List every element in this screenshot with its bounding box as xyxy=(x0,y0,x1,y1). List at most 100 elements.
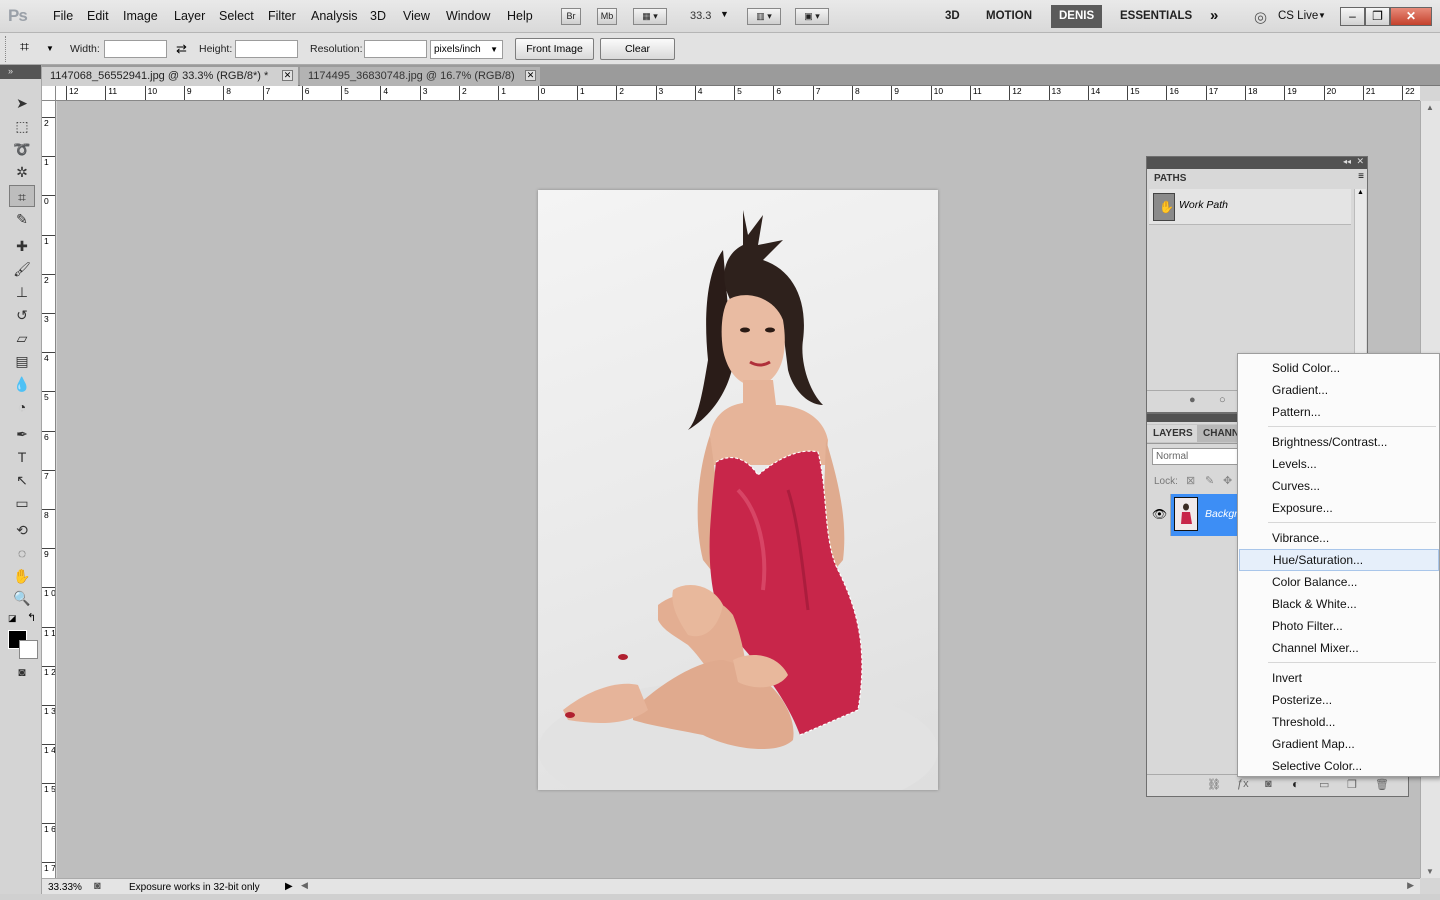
history-brush-tool-icon[interactable]: ↺ xyxy=(9,304,35,326)
ruler-origin[interactable] xyxy=(42,86,56,101)
bridge-button[interactable]: Br xyxy=(561,8,581,25)
marquee-tool-icon[interactable]: ⬚ xyxy=(9,115,35,137)
adjustment-layer-icon[interactable]: ◐ xyxy=(1292,777,1299,791)
scroll-up-icon[interactable]: ▲ xyxy=(1426,103,1434,112)
swap-colors-icon[interactable]: ↰ xyxy=(27,611,36,624)
quick-selection-tool-icon[interactable]: ✲ xyxy=(9,161,35,183)
workspace-essentials[interactable]: ESSENTIALS xyxy=(1112,5,1200,28)
scroll-left-icon[interactable]: ◀ xyxy=(301,880,308,891)
workspace-motion[interactable]: MOTION xyxy=(978,5,1040,28)
menu-select[interactable]: Select xyxy=(219,9,254,23)
more-workspaces-icon[interactable]: » xyxy=(1210,7,1218,24)
background-color-swatch[interactable] xyxy=(19,640,38,659)
menu-view[interactable]: View xyxy=(403,9,430,23)
menu-item-hue-saturation[interactable]: Hue/Saturation... xyxy=(1239,549,1439,571)
link-layers-icon[interactable]: ⛓ xyxy=(1207,778,1221,791)
horizontal-ruler[interactable]: 12 11 10 9 8 7 6 5 4 3 2 1 0 1 2 3 4 5 6 7 8 9 10 11 12 13 14 15 16 1… xyxy=(56,86,1420,101)
menu-filter[interactable]: Filter xyxy=(268,9,296,23)
lasso-tool-icon[interactable]: ➰ xyxy=(9,138,35,160)
menu-item-brightness-contrast[interactable]: Brightness/Contrast... xyxy=(1239,431,1439,453)
blur-tool-icon[interactable]: 💧 xyxy=(9,373,35,395)
menu-item-threshold[interactable]: Threshold... xyxy=(1239,711,1439,733)
paths-panel-menu-icon[interactable]: ≡ xyxy=(1358,171,1364,182)
crop-tool-icon[interactable]: ⌗ xyxy=(9,185,35,207)
menu-item-solid-color[interactable]: Solid Color... xyxy=(1239,357,1439,379)
menu-item-vibrance[interactable]: Vibrance... xyxy=(1239,527,1439,549)
swap-dimensions-icon[interactable]: ⇄ xyxy=(176,41,187,57)
quick-mask-icon[interactable]: ◙ xyxy=(9,661,35,683)
path-item-work-path[interactable]: ✋ Work Path xyxy=(1149,189,1351,225)
path-name[interactable]: Work Path xyxy=(1179,199,1228,211)
arrange-documents-button[interactable]: ▥ ▾ xyxy=(747,8,781,25)
menu-item-curves[interactable]: Curves... xyxy=(1239,475,1439,497)
screen-mode-button[interactable]: ▣ ▾ xyxy=(795,8,829,25)
menu-item-selective-color[interactable]: Selective Color... xyxy=(1239,755,1439,777)
eraser-tool-icon[interactable]: ▱ xyxy=(9,327,35,349)
scroll-down-icon[interactable]: ▼ xyxy=(1426,867,1434,876)
zoom-tool-icon[interactable]: 🔍 xyxy=(9,587,35,609)
collapse-panel-icon[interactable]: ◂◂ xyxy=(1343,157,1351,166)
hand-tool-icon[interactable]: ✋ xyxy=(9,565,35,587)
menu-3d[interactable]: 3D xyxy=(370,9,386,23)
crop-tool-preset-icon[interactable]: ⌗ xyxy=(20,39,29,57)
clone-stamp-tool-icon[interactable]: ⊥ xyxy=(9,281,35,303)
add-mask-icon[interactable]: ◙ xyxy=(1265,778,1272,790)
close-window-button[interactable]: ✕ xyxy=(1390,7,1432,26)
menu-file[interactable]: File xyxy=(53,9,73,23)
cs-live-menu[interactable]: CS Live xyxy=(1278,10,1318,22)
menu-item-invert[interactable]: Invert xyxy=(1239,667,1439,689)
new-group-icon[interactable]: ▭ xyxy=(1319,778,1329,791)
workspace-3d[interactable]: 3D xyxy=(937,5,968,28)
document-tab-2[interactable]: 1174495_36830748.jpg @ 16.7% (RGB/8) xyxy=(300,67,540,86)
layer-visibility-cell[interactable]: 👁 xyxy=(1147,494,1171,536)
status-zoom[interactable]: 33.33% xyxy=(48,880,82,895)
tab-paths[interactable]: PATHS xyxy=(1148,170,1193,187)
minimize-button[interactable]: – xyxy=(1340,7,1365,26)
dodge-tool-icon[interactable]: ◔ xyxy=(9,396,35,418)
collapse-tools-icon[interactable]: » xyxy=(8,66,13,76)
3d-orbit-tool-icon[interactable]: ◌ xyxy=(9,542,35,564)
menu-item-posterize[interactable]: Posterize... xyxy=(1239,689,1439,711)
menu-item-levels[interactable]: Levels... xyxy=(1239,453,1439,475)
height-input[interactable] xyxy=(235,40,298,58)
menu-image[interactable]: Image xyxy=(123,9,158,23)
gradient-tool-icon[interactable]: ▤ xyxy=(9,350,35,372)
menu-item-gradient-map[interactable]: Gradient Map... xyxy=(1239,733,1439,755)
close-tab-2-icon[interactable]: ✕ xyxy=(525,70,536,81)
front-image-button[interactable]: Front Image xyxy=(515,38,594,60)
tab-layers[interactable]: LAYERS xyxy=(1147,425,1199,442)
mini-bridge-button[interactable]: Mb xyxy=(597,8,617,25)
cs-live-dropdown-icon[interactable]: ▼ xyxy=(1318,11,1326,20)
document-image[interactable] xyxy=(538,190,938,790)
workspace-denis[interactable]: DENIS xyxy=(1051,5,1103,28)
vertical-ruler[interactable]: 2101234567891 01 11 21 31 41 51 61 7 xyxy=(42,101,56,878)
scroll-right-icon[interactable]: ▶ xyxy=(1407,880,1414,891)
zoom-level[interactable]: 33.3 xyxy=(690,10,711,22)
view-extras-button[interactable]: ▦ ▾ xyxy=(633,8,667,25)
menu-edit[interactable]: Edit xyxy=(87,9,109,23)
menu-item-black-white[interactable]: Black & White... xyxy=(1239,593,1439,615)
lock-position-icon[interactable]: ✥ xyxy=(1223,474,1232,487)
width-input[interactable] xyxy=(104,40,167,58)
close-panel-icon[interactable]: ✕ xyxy=(1356,156,1364,167)
shape-tool-icon[interactable]: ▭ xyxy=(9,492,35,514)
default-colors-icon[interactable]: ◪ xyxy=(8,613,17,624)
zoom-dropdown-icon[interactable]: ▼ xyxy=(720,9,729,19)
delete-layer-icon[interactable]: 🗑 xyxy=(1375,778,1389,791)
menu-analysis[interactable]: Analysis xyxy=(311,9,358,23)
status-menu-icon[interactable]: ▶ xyxy=(285,879,293,894)
eyedropper-tool-icon[interactable]: ✎ xyxy=(9,208,35,230)
lock-transparency-icon[interactable]: ⊠ xyxy=(1186,474,1195,487)
healing-brush-tool-icon[interactable]: ✚ xyxy=(9,235,35,257)
restore-button[interactable]: ❐ xyxy=(1365,7,1390,26)
close-tab-1-icon[interactable]: ✕ xyxy=(282,70,293,81)
paths-scroll-up-icon[interactable]: ▲ xyxy=(1357,189,1364,196)
menu-layer[interactable]: Layer xyxy=(174,9,205,23)
menu-item-photo-filter[interactable]: Photo Filter... xyxy=(1239,615,1439,637)
move-tool-icon[interactable]: ➤ xyxy=(9,92,35,114)
pen-tool-icon[interactable]: ✒ xyxy=(9,423,35,445)
menu-item-color-balance[interactable]: Color Balance... xyxy=(1239,571,1439,593)
blend-mode-select[interactable]: Normal xyxy=(1152,448,1238,465)
layer-name[interactable]: Backgr xyxy=(1205,508,1238,520)
status-info-icon[interactable]: ◙ xyxy=(94,879,101,894)
